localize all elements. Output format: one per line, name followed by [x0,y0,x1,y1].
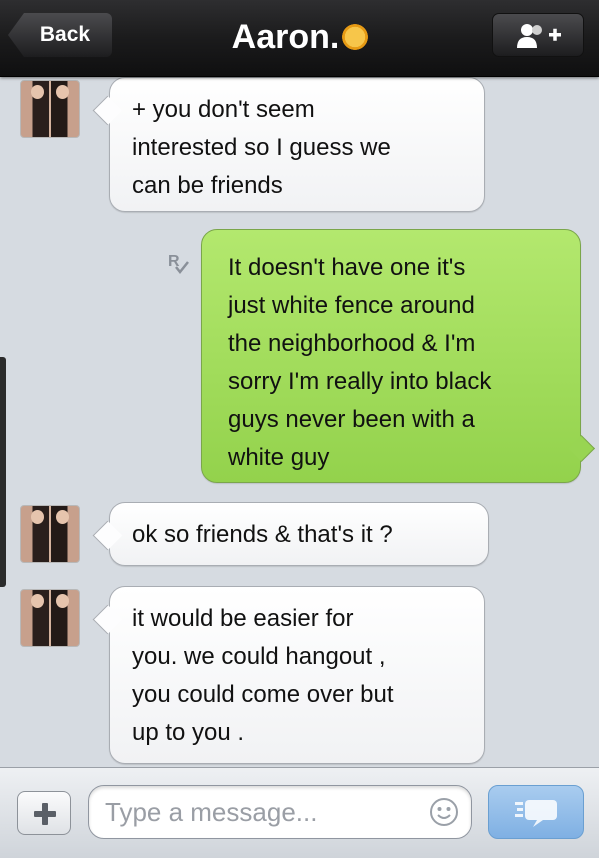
add-contact-icon [517,24,561,48]
contact-name-title: Aaron. [200,12,400,62]
send-button[interactable] [488,785,584,839]
message-field[interactable] [88,785,472,839]
contact-name: Aaron. [231,18,340,56]
incoming-message-bubble[interactable]: ok so friends & that's it ? [109,502,489,566]
smiley-icon[interactable] [429,797,459,827]
attach-button[interactable] [17,791,71,835]
message-input[interactable] [105,786,415,838]
chat-conversation[interactable]: + you don't seem interested so I guess w… [0,77,599,767]
sun-icon [342,24,369,51]
read-receipt-icon: R [168,253,189,275]
outgoing-message-bubble[interactable]: It doesn't have one it's just white fenc… [201,229,581,483]
incoming-message-bubble[interactable]: + you don't seem interested so I guess w… [109,77,485,212]
plus-icon [34,803,56,825]
svg-text:R: R [168,253,180,270]
message-input-bar [0,767,599,858]
back-button[interactable]: Back [8,13,112,57]
incoming-message-bubble[interactable]: it would be easier for you. we could han… [109,586,485,764]
contact-avatar[interactable] [20,80,80,138]
send-icon [515,800,557,827]
add-contact-button[interactable] [492,13,584,57]
contact-avatar[interactable] [20,589,80,647]
contact-avatar[interactable] [20,505,80,563]
scroll-indicator[interactable] [0,357,6,587]
nav-bar: Back Aaron. [0,0,599,77]
